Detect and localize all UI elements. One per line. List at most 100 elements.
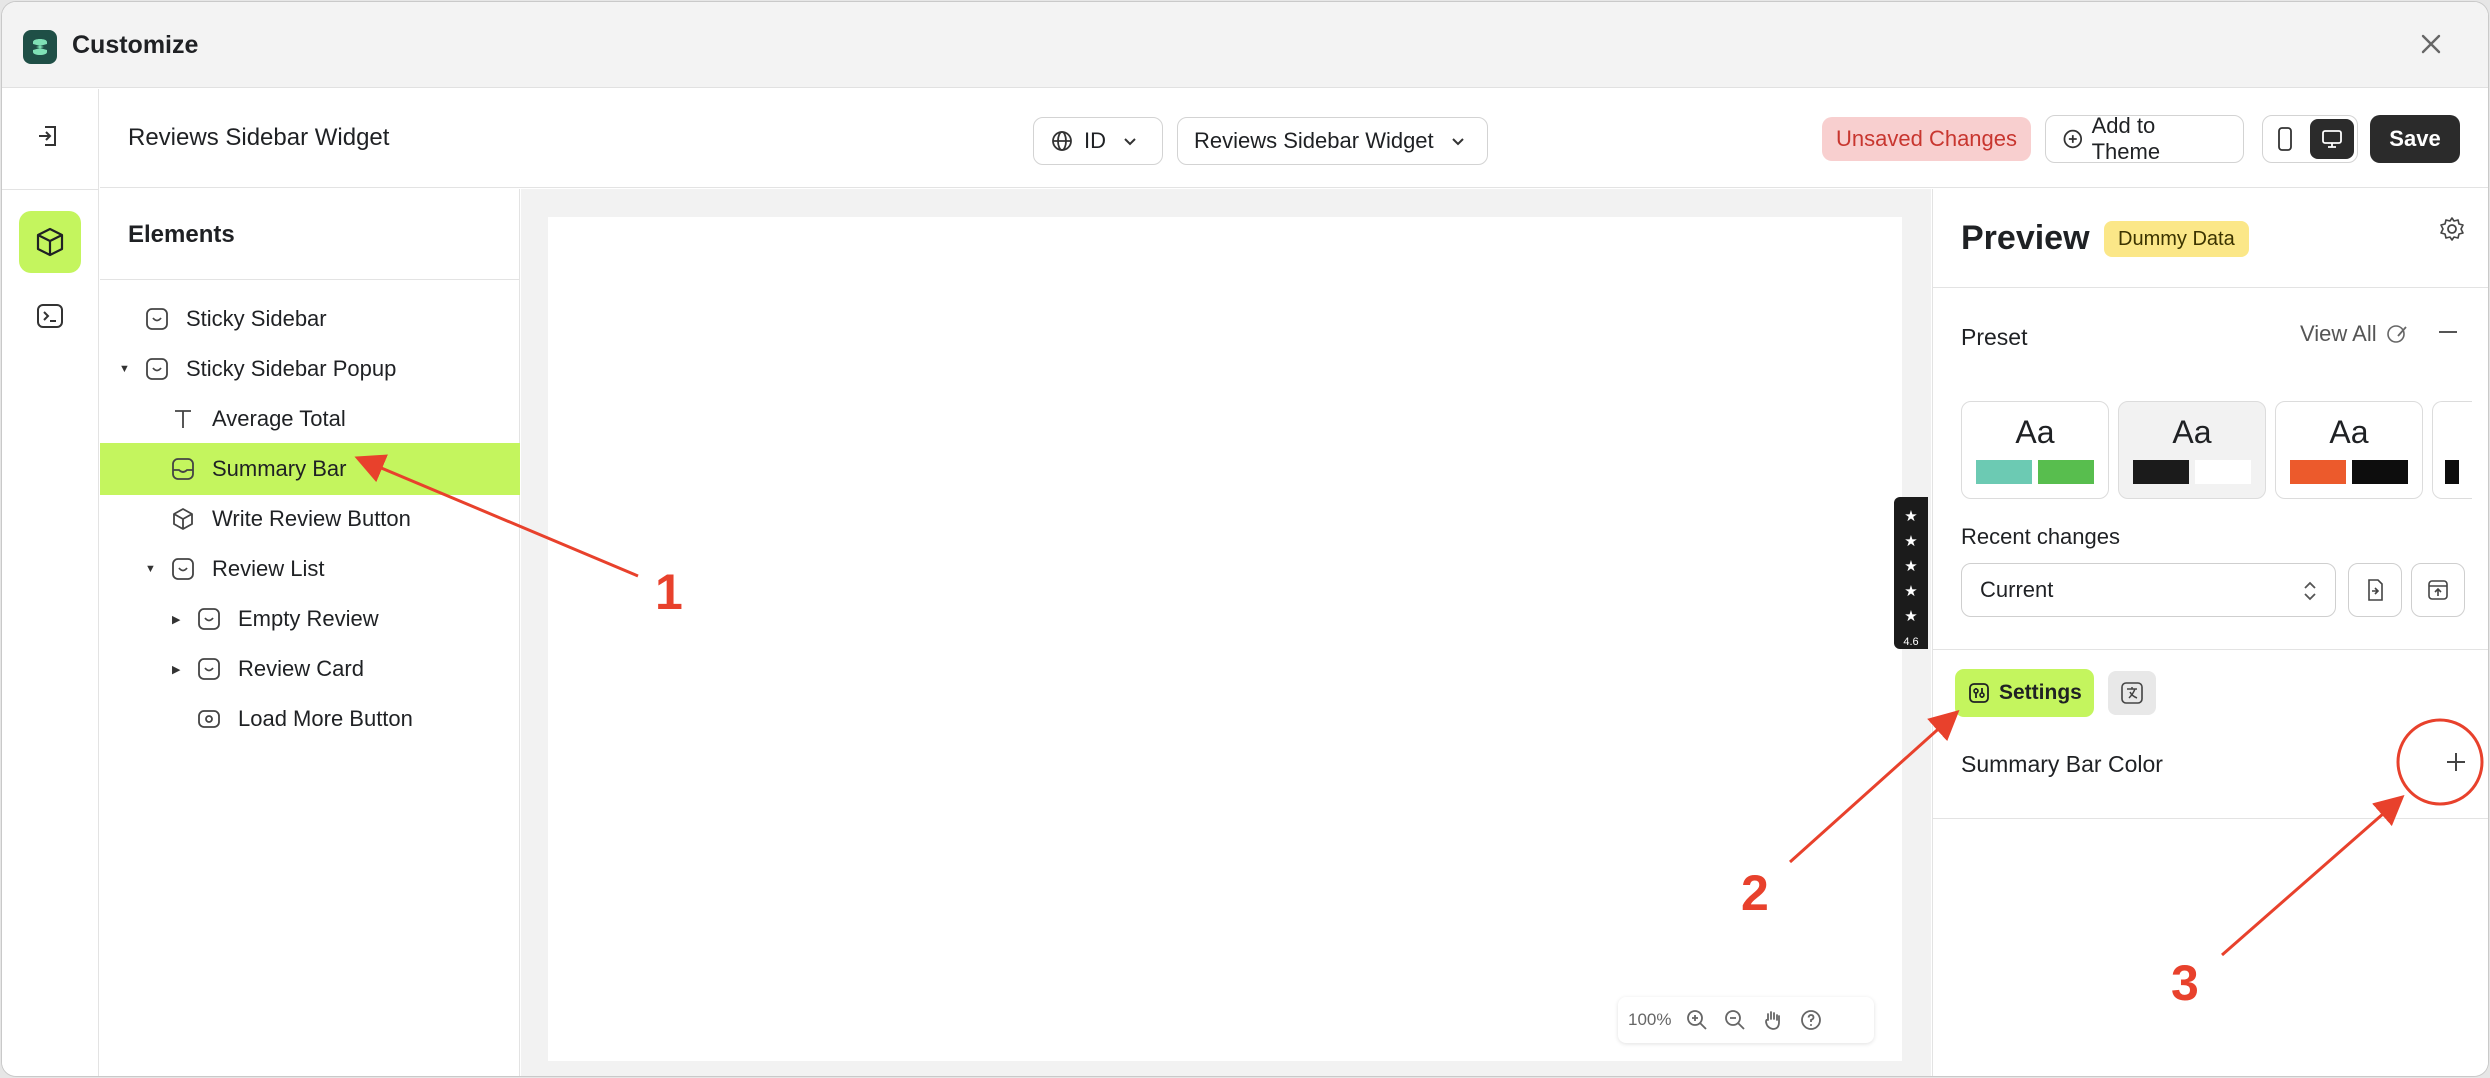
tree-item-empty-review[interactable]: ▶ Empty Review	[100, 593, 520, 645]
caret-down-icon[interactable]: ▼	[145, 563, 156, 575]
preset-aa-text: Aa	[2015, 414, 2055, 450]
preset-swatch	[2195, 460, 2251, 484]
settings-tab[interactable]: Settings	[1955, 669, 2094, 717]
star-icon: ★	[1904, 583, 1918, 600]
section-icon	[146, 358, 168, 380]
annotation-number-1: 1	[655, 564, 683, 620]
save-button[interactable]: Save	[2370, 115, 2460, 163]
tree-item-review-list[interactable]: ▼ Review List	[100, 543, 520, 595]
preset-card-partial[interactable]	[2432, 401, 2472, 499]
preset-card[interactable]: Aa	[2275, 401, 2423, 499]
dummy-data-badge: Dummy Data	[2104, 221, 2249, 257]
widget-select[interactable]: Reviews Sidebar Widget	[1177, 117, 1488, 165]
gear-icon[interactable]	[2438, 215, 2466, 243]
button-icon	[198, 710, 220, 728]
zoom-level: 100%	[1628, 1010, 1672, 1029]
widget-select-value: Reviews Sidebar Widget	[1194, 128, 1434, 153]
tree-item-label: Write Review Button	[212, 506, 411, 531]
tree-item-label: Sticky Sidebar	[186, 306, 327, 331]
preset-swatch	[2445, 460, 2459, 484]
reviews-side-tab[interactable]: ★ ★ ★ ★ ★ 4.6	[1894, 497, 1928, 649]
tree-item-average-total[interactable]: Average Total	[100, 393, 520, 445]
elements-divider	[100, 279, 519, 280]
preset-swatch	[1976, 460, 2032, 484]
tree-item-label: Average Total	[212, 406, 346, 431]
language-select[interactable]: ID	[1033, 117, 1163, 165]
preset-aa-text: Aa	[2172, 414, 2212, 450]
summary-divider	[1933, 818, 2488, 819]
preset-card[interactable]: Aa	[2118, 401, 2266, 499]
tree-item-summary-bar[interactable]: Summary Bar	[100, 443, 520, 495]
window-title: Customize	[72, 31, 199, 59]
text-icon	[175, 410, 191, 428]
cube-icon	[173, 508, 193, 530]
plus-circle-icon	[2063, 129, 2083, 149]
preset-swatch	[2352, 460, 2408, 484]
star-icon: ★	[1904, 533, 1918, 550]
section-icon	[172, 458, 194, 480]
elements-panel: Elements Sticky Sidebar ▼ Sticky Sidebar…	[100, 189, 520, 1076]
mobile-icon	[2278, 127, 2292, 151]
translate-icon	[2121, 682, 2143, 704]
close-icon[interactable]	[2416, 29, 2446, 59]
recent-changes-value: Current	[1980, 577, 2054, 602]
view-all-link[interactable]: View All	[2300, 321, 2409, 347]
annotation-number-2: 2	[1741, 865, 1769, 921]
tree-item-label: Load More Button	[238, 706, 413, 731]
star-icon: ★	[1904, 558, 1918, 575]
export-button[interactable]	[2411, 563, 2465, 617]
zoom-controls: 100%	[1618, 997, 1874, 1043]
tree-item-label: Review List	[212, 556, 325, 581]
section-icon	[198, 608, 220, 630]
elements-cube-button[interactable]	[19, 211, 81, 273]
desktop-view-button[interactable]	[2310, 119, 2354, 159]
caret-down-icon[interactable]: ▼	[119, 363, 130, 375]
app-logo-icon	[23, 30, 57, 64]
tree-item-review-card[interactable]: ▶ Review Card	[100, 643, 520, 695]
settings-divider	[1933, 649, 2488, 650]
tree-item-label: Summary Bar	[212, 456, 347, 481]
add-to-theme-button[interactable]: Add to Theme	[2045, 113, 2244, 164]
summary-bar-color-label: Summary Bar Color	[1961, 751, 2163, 777]
translate-tab[interactable]	[2108, 671, 2156, 715]
caret-right-icon[interactable]: ▶	[172, 663, 180, 676]
customize-window: Customize Reviews Sidebar Widget ID Revi…	[2, 2, 2488, 1076]
title-bar: Customize	[2, 2, 2488, 88]
updown-chevron-icon	[2304, 581, 2316, 601]
preview-panel: Preview Dummy Data Preset View All Aa Aa…	[1932, 189, 2488, 1076]
terminal-icon	[37, 304, 63, 328]
settings-tab-label: Settings	[1999, 681, 2082, 704]
mobile-view-button[interactable]	[2263, 116, 2307, 162]
section-icon	[198, 658, 220, 680]
collapse-minus-icon[interactable]	[2439, 331, 2457, 333]
exit-icon[interactable]	[34, 121, 64, 151]
add-to-theme-label: Add to Theme	[2091, 113, 2161, 164]
tree-item-sticky-sidebar-popup[interactable]: ▼ Sticky Sidebar Popup	[100, 343, 520, 395]
caret-right-icon[interactable]: ▶	[172, 613, 180, 626]
zoom-in-icon[interactable]	[1685, 1008, 1709, 1032]
star-icon: ★	[1904, 608, 1918, 625]
tree-item-sticky-sidebar[interactable]: Sticky Sidebar	[100, 293, 520, 345]
add-summary-bar-color-button[interactable]	[2443, 749, 2469, 783]
star-icon: ★	[1904, 508, 1918, 525]
hand-icon[interactable]	[1761, 1008, 1785, 1032]
zoom-out-icon[interactable]	[1723, 1008, 1747, 1032]
recent-changes-select[interactable]: Current	[1961, 563, 2336, 617]
canvas-area: ★ ★ ★ ★ ★ 4.6 100%	[521, 189, 1931, 1076]
code-editor-button[interactable]	[19, 285, 81, 347]
preset-swatch	[2038, 460, 2094, 484]
elements-heading: Elements	[128, 221, 235, 248]
import-button[interactable]	[2348, 563, 2402, 617]
help-icon[interactable]	[1799, 1008, 1823, 1032]
preset-card[interactable]: Aa	[1961, 401, 2109, 499]
plus-icon	[2447, 753, 2465, 771]
tree-item-label: Empty Review	[238, 606, 379, 631]
cube-icon	[36, 227, 64, 257]
tree-item-write-review-button[interactable]: Write Review Button	[100, 493, 520, 545]
chevron-down-icon	[1451, 138, 1464, 146]
recent-changes-label: Recent changes	[1961, 524, 2120, 549]
tree-item-load-more-button[interactable]: Load More Button	[100, 693, 520, 745]
preview-canvas[interactable]: ★ ★ ★ ★ ★ 4.6	[548, 217, 1928, 1061]
edit-icon	[2386, 325, 2407, 343]
top-toolbar: Reviews Sidebar Widget ID Reviews Sideba…	[100, 89, 2488, 188]
